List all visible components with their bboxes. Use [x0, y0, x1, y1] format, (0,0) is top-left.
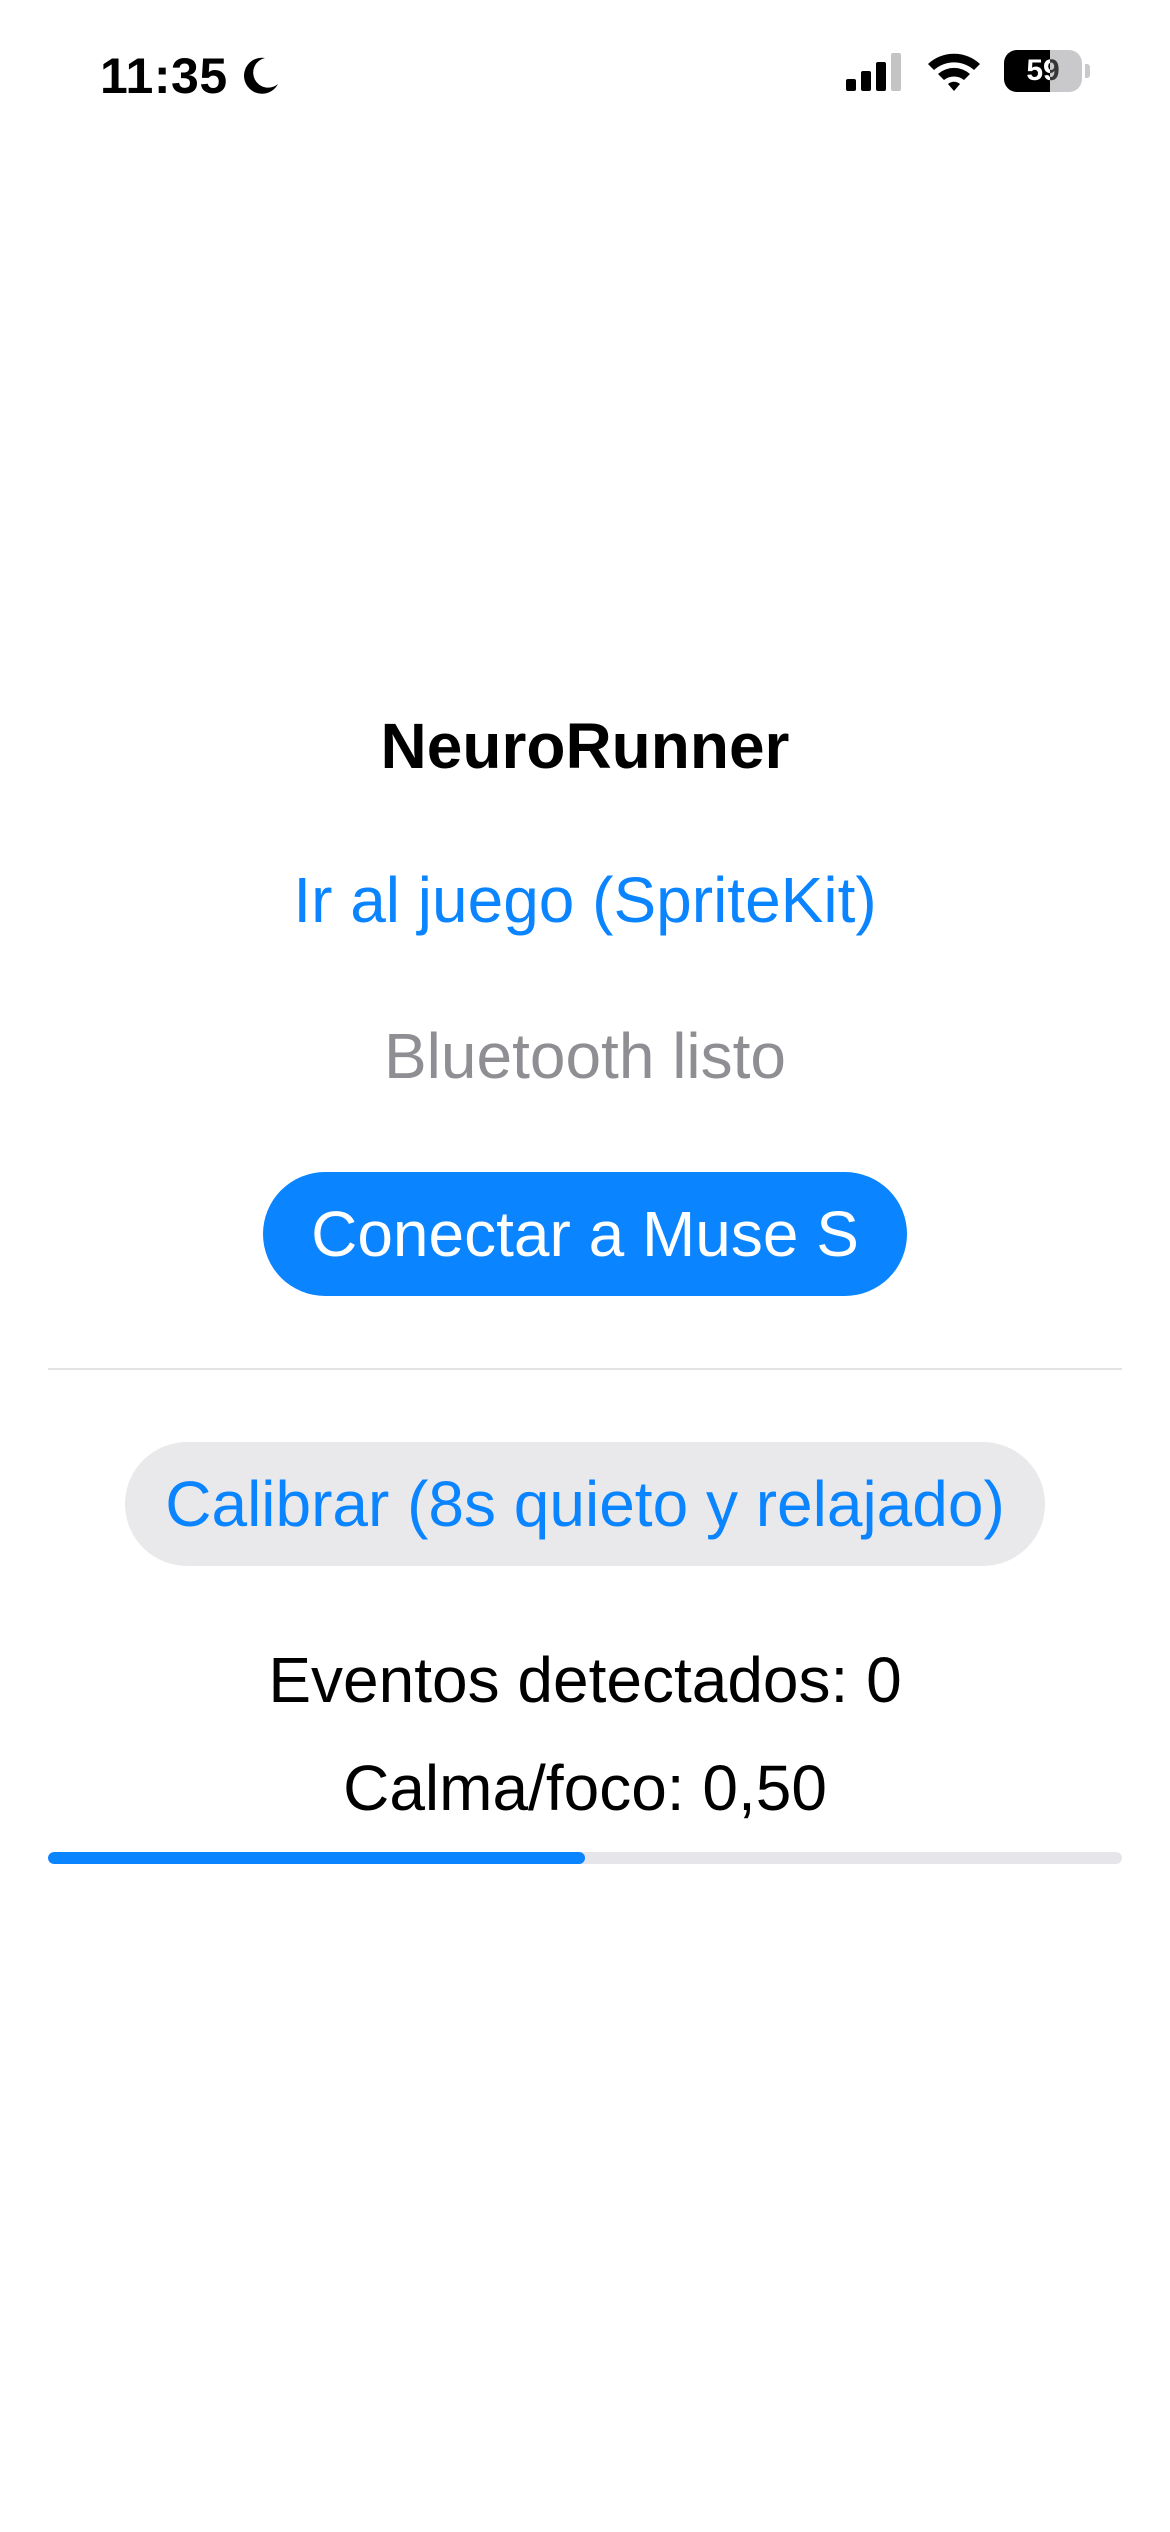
calm-focus-progress	[48, 1852, 1122, 1864]
moon-icon	[243, 57, 278, 94]
divider	[48, 1368, 1122, 1370]
go-to-game-link[interactable]: Ir al juego (SpriteKit)	[0, 860, 1170, 940]
battery-icon: 59	[1004, 50, 1090, 92]
bluetooth-status: Bluetooth listo	[383, 1020, 787, 1092]
signal-icon	[846, 53, 901, 91]
calm-focus-label: Calma/foco: 0,50	[343, 1752, 827, 1824]
wifi-icon	[928, 53, 980, 91]
status-icons: 59	[846, 50, 1090, 92]
app-title: NeuroRunner	[380, 710, 790, 782]
status-bar: 11:35 59	[0, 0, 1170, 150]
calm-focus-progress-fill	[48, 1852, 585, 1864]
connect-muse-button[interactable]: Conectar a Muse S	[263, 1172, 907, 1296]
events-detected-label: Eventos detectados: 0	[268, 1644, 902, 1716]
status-time: 11:35	[100, 48, 228, 104]
battery-level: 59	[1026, 54, 1060, 87]
status-time-group: 11:35	[100, 46, 282, 106]
calibrate-button[interactable]: Calibrar (8s quieto y relajado)	[125, 1442, 1045, 1566]
battery-cap	[1085, 64, 1090, 78]
connect-row: Conectar a Muse S	[0, 1172, 1170, 1296]
calibrate-row: Calibrar (8s quieto y relajado)	[0, 1442, 1170, 1566]
